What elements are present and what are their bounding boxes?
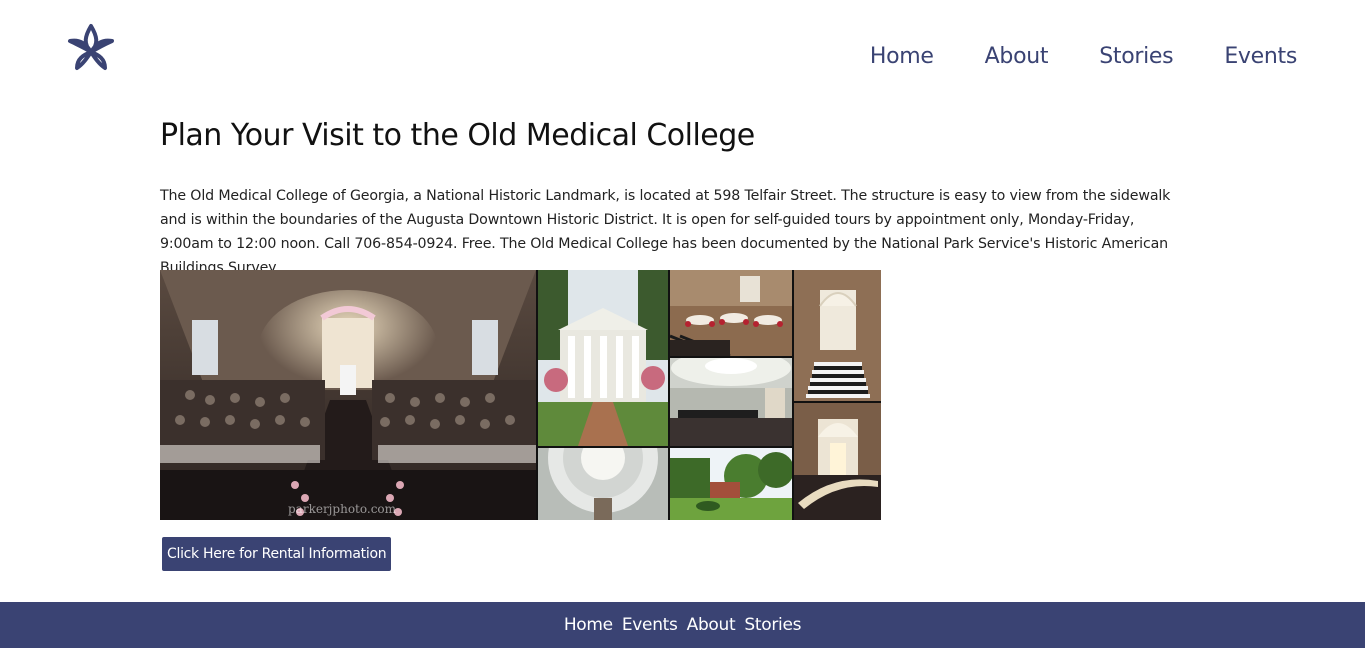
rental-info-button[interactable]: Click Here for Rental Information xyxy=(162,537,392,571)
page-title: Plan Your Visit to the Old Medical Colle… xyxy=(160,118,755,153)
banquet-room-photo xyxy=(670,270,792,356)
garden-photo xyxy=(670,448,792,520)
photo-watermark: parkerjphoto.com xyxy=(288,502,397,516)
wedding-ceremony-photo: parkerjphoto.com xyxy=(160,270,536,520)
site-logo[interactable] xyxy=(66,22,116,72)
nav-stories-link[interactable]: Stories xyxy=(1099,44,1173,69)
hall-table-photo xyxy=(794,403,881,520)
star-knot-icon xyxy=(68,24,114,70)
visit-description: The Old Medical College of Georgia, a Na… xyxy=(160,188,1171,276)
footer-stories-link[interactable]: Stories xyxy=(744,615,801,635)
main-nav: Home About Stories Events xyxy=(870,44,1297,69)
footer-home-link[interactable]: Home xyxy=(564,615,613,635)
footer-about-link[interactable]: About xyxy=(687,615,736,635)
nav-home-link[interactable]: Home xyxy=(870,44,934,69)
staircase-photo xyxy=(794,270,881,401)
photo-collage: parkerjphoto.com xyxy=(160,270,881,520)
footer-events-link[interactable]: Events xyxy=(622,615,678,635)
nav-about-link[interactable]: About xyxy=(985,44,1049,69)
nav-events-link[interactable]: Events xyxy=(1224,44,1297,69)
rotunda-room-photo xyxy=(670,358,792,446)
site-footer: Home Events About Stories xyxy=(0,602,1365,648)
dome-interior-photo xyxy=(538,448,668,520)
building-facade-photo xyxy=(538,270,668,446)
